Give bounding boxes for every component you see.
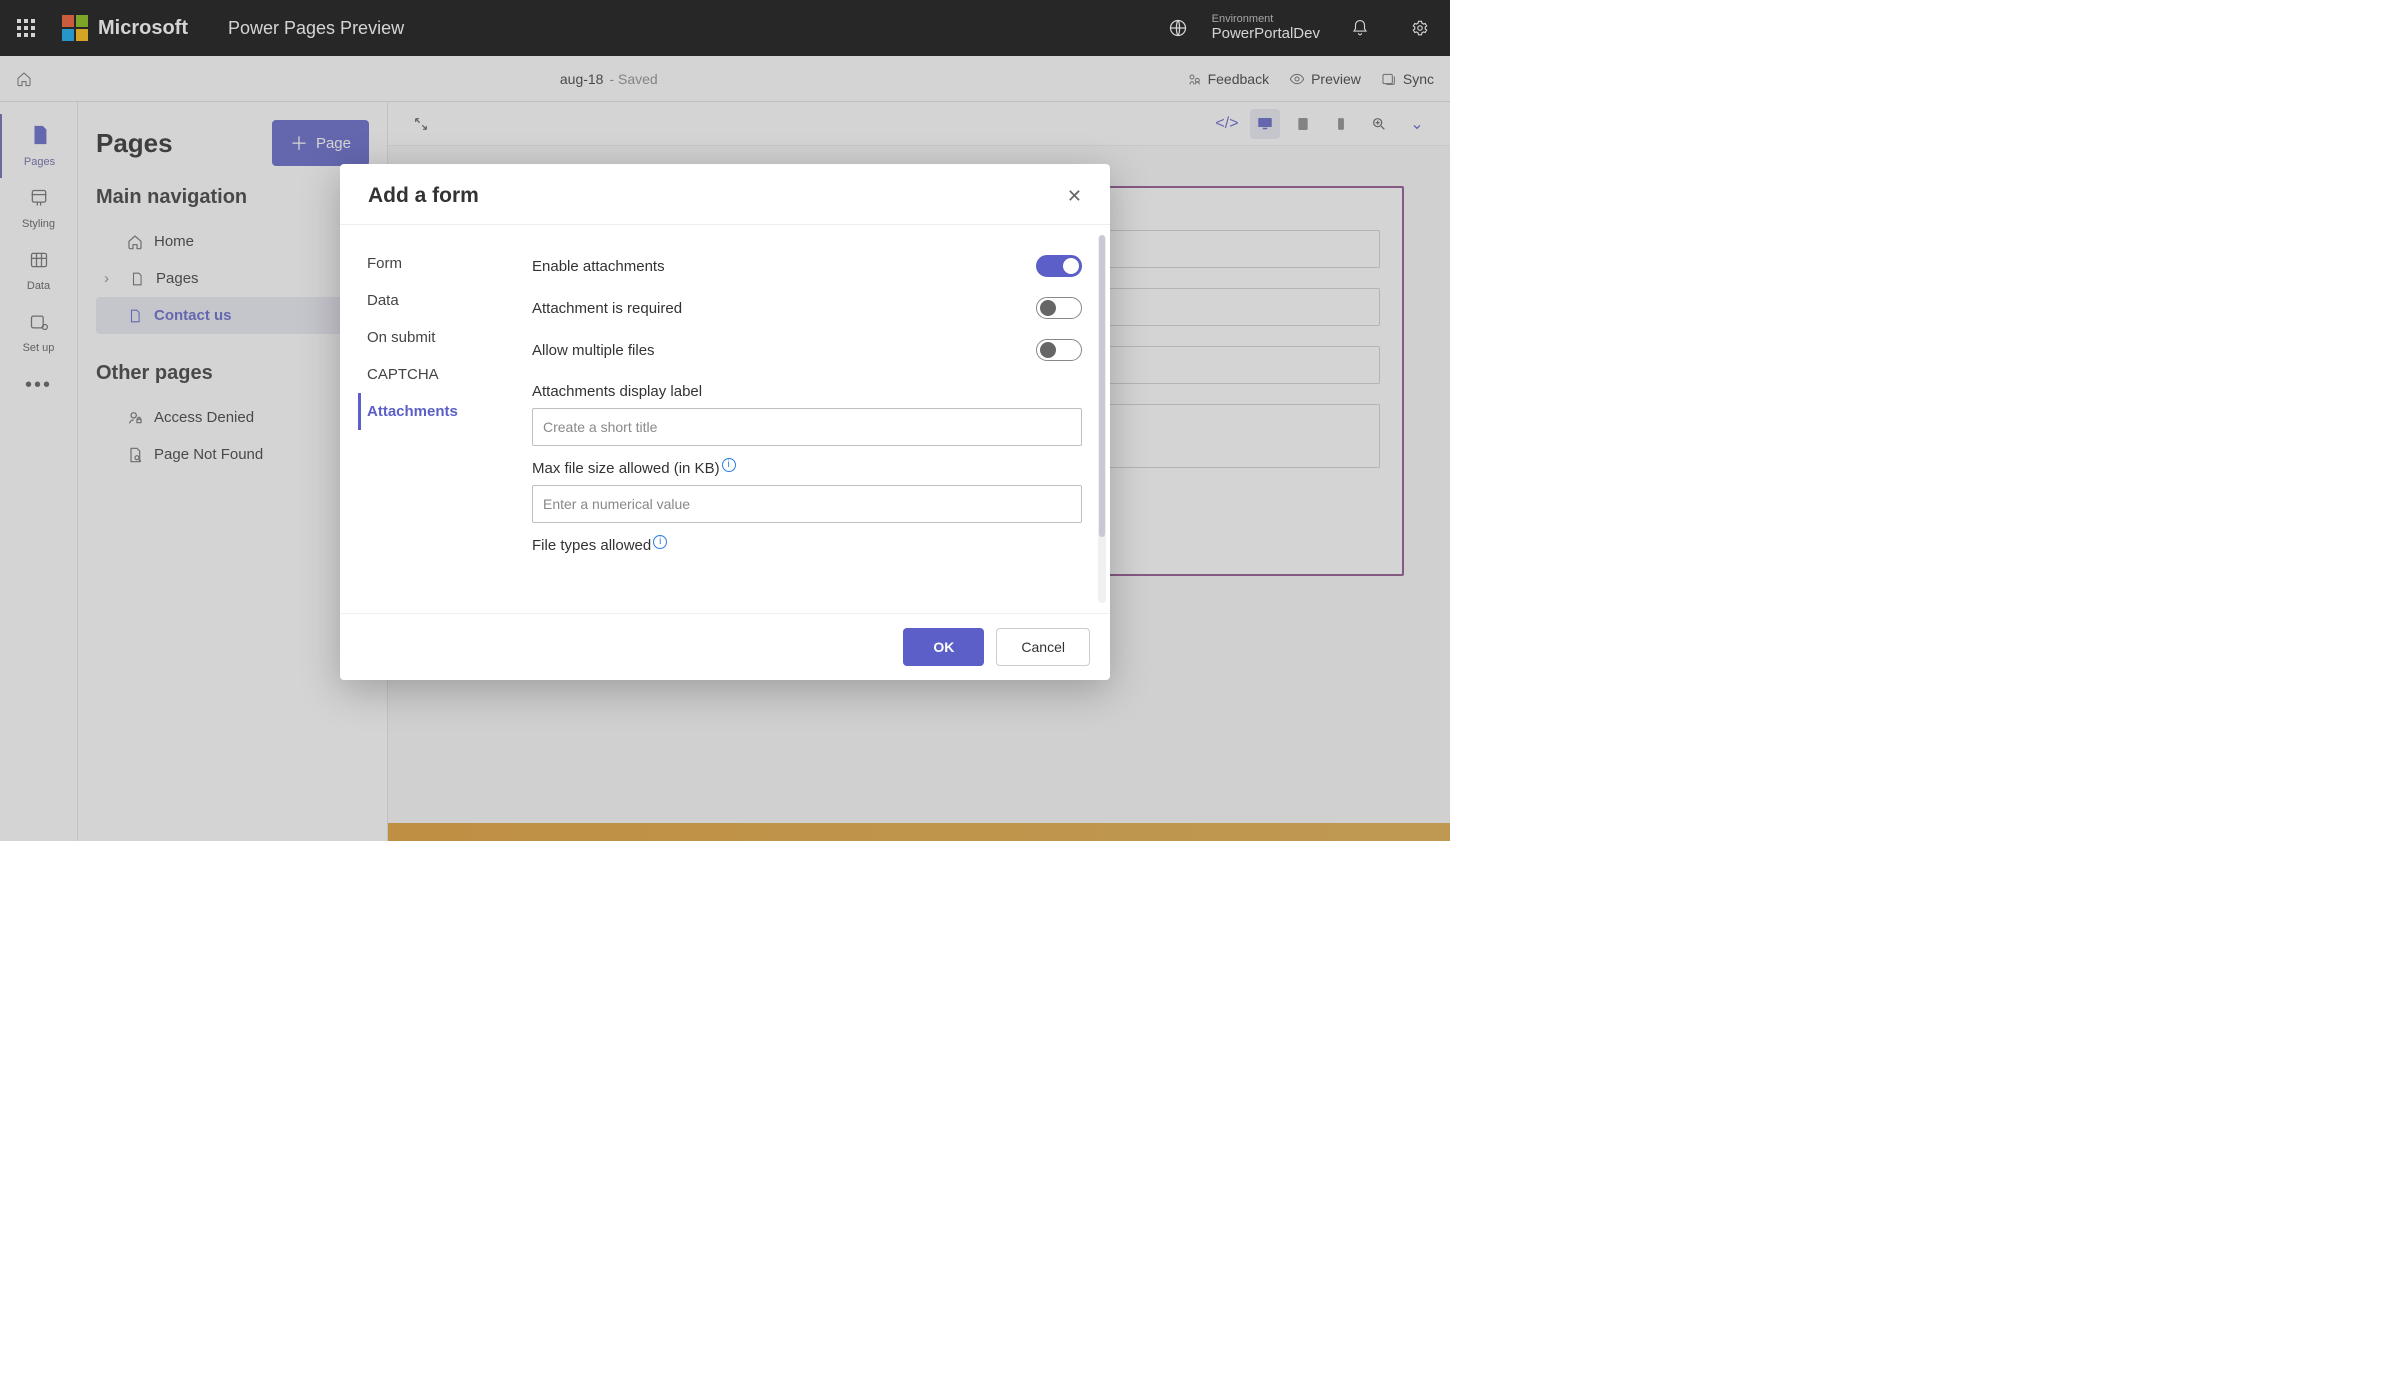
info-icon[interactable]: i [653,535,667,549]
modal-tab-data[interactable]: Data [358,282,520,319]
max-file-size-label: Max file size allowed (in KB)i [532,458,1082,477]
max-file-size-input[interactable] [532,485,1082,523]
attachment-required-label: Attachment is required [532,300,682,317]
allow-multiple-label: Allow multiple files [532,342,655,359]
display-label-input[interactable] [532,408,1082,446]
enable-attachments-label: Enable attachments [532,258,665,275]
attachment-required-toggle[interactable] [1036,297,1082,319]
modal-title: Add a form [368,184,479,208]
modal-tab-attachments[interactable]: Attachments [358,393,520,430]
modal-tab-form[interactable]: Form [358,245,520,282]
ok-button[interactable]: OK [903,628,984,666]
enable-attachments-toggle[interactable] [1036,255,1082,277]
modal-tab-on-submit[interactable]: On submit [358,319,520,356]
file-types-text: File types allowed [532,537,651,554]
modal-scrollbar[interactable] [1098,235,1106,603]
modal-tab-captcha[interactable]: CAPTCHA [358,356,520,393]
display-label-label: Attachments display label [532,383,1082,400]
info-icon[interactable]: i [722,458,736,472]
allow-multiple-toggle[interactable] [1036,339,1082,361]
cancel-button[interactable]: Cancel [996,628,1090,666]
close-icon[interactable]: ✕ [1067,186,1082,207]
add-form-modal: Add a form ✕ Form Data On submit CAPTCHA… [340,164,1110,680]
max-file-size-text: Max file size allowed (in KB) [532,460,720,477]
file-types-label: File types allowedi [532,535,1082,554]
